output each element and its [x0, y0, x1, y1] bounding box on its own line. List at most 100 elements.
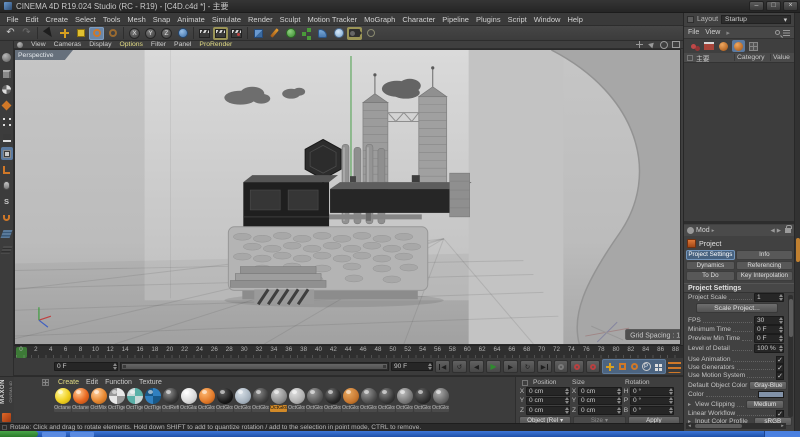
key-position-toggle[interactable] — [604, 360, 616, 373]
frame-tick[interactable]: 72 — [552, 346, 562, 353]
spinner[interactable] — [778, 345, 783, 352]
material-item[interactable]: OctRefl — [162, 388, 179, 412]
frame-tick[interactable]: 6 — [61, 346, 71, 353]
menu-item[interactable]: Tools — [99, 15, 124, 24]
material-sphere[interactable] — [181, 388, 197, 404]
menu-item[interactable]: Mesh — [124, 15, 149, 24]
menu-item[interactable]: Pipeline — [439, 15, 473, 24]
use-motion-system-checkbox[interactable]: ✓ — [776, 372, 784, 380]
frame-tick[interactable]: 82 — [626, 346, 636, 353]
frame-tick[interactable]: 26 — [209, 346, 219, 353]
attribute-tab[interactable]: Referencing — [736, 261, 793, 271]
material-item[interactable]: OctGlos — [324, 388, 341, 412]
enable-axis-button[interactable] — [1, 163, 13, 176]
auto-take-button[interactable] — [717, 40, 730, 52]
take-file-menu[interactable]: File — [688, 29, 699, 36]
menu-item[interactable]: Plugins — [472, 15, 504, 24]
material-sphere[interactable] — [235, 388, 251, 404]
material-name[interactable]: OctTige — [144, 405, 161, 412]
menu-item[interactable]: Script — [504, 15, 530, 24]
color-swatch[interactable] — [758, 391, 784, 398]
rotate-tool-button[interactable] — [89, 27, 104, 40]
material-item[interactable]: OctGlos — [270, 388, 287, 412]
frame-tick[interactable]: 28 — [224, 346, 234, 353]
position-z-input[interactable]: 0 cm — [526, 406, 570, 415]
render-settings-button[interactable] — [213, 27, 228, 40]
material-sphere[interactable] — [109, 388, 125, 404]
material-name[interactable]: OctGlos — [378, 405, 395, 412]
material-name[interactable]: OctGlos — [270, 405, 287, 412]
render-view-button[interactable] — [197, 27, 212, 40]
material-item[interactable]: OctGlos — [288, 388, 305, 412]
material-item[interactable]: OctGlos — [432, 388, 449, 412]
layout-select[interactable]: Startup ▾ — [721, 15, 791, 24]
points-mode-button[interactable] — [1, 115, 13, 128]
light-button[interactable] — [363, 27, 378, 40]
frame-tick[interactable]: 54 — [418, 346, 428, 353]
material-sphere[interactable] — [325, 388, 341, 404]
frame-tick[interactable]: 24 — [195, 346, 205, 353]
deformer-button[interactable] — [315, 27, 330, 40]
material-name[interactable]: OctRefl — [162, 405, 179, 412]
key-parameter-toggle[interactable]: P — [640, 360, 652, 373]
move-tool-button[interactable] — [57, 27, 72, 40]
taskbar-item[interactable] — [70, 432, 94, 437]
viewport-scene[interactable]: Grid Spacing : 100 cm — [15, 50, 680, 344]
goto-start-button[interactable]: ◀ — [435, 360, 450, 373]
material-name[interactable]: OctGlos — [324, 405, 341, 412]
frame-tick[interactable]: 2 — [31, 346, 41, 353]
material-menu-item[interactable]: Edit — [86, 379, 98, 386]
material-sphere[interactable] — [415, 388, 431, 404]
camera-button[interactable] — [347, 27, 362, 40]
rotation-h-input[interactable]: 0 ° — [630, 387, 674, 396]
panel-grip[interactable] — [796, 238, 800, 262]
material-sphere[interactable] — [163, 388, 179, 404]
material-name[interactable]: OctGlos — [288, 405, 305, 412]
frame-tick[interactable]: 22 — [180, 346, 190, 353]
history-back-icon[interactable]: ◀ — [771, 228, 775, 234]
spinner[interactable] — [778, 317, 783, 324]
spinner[interactable] — [616, 407, 621, 414]
take-main-column[interactable]: 主要 — [696, 53, 734, 63]
key-pla-toggle[interactable] — [652, 360, 664, 373]
size-x-input[interactable]: 0 cm — [578, 387, 622, 396]
edges-mode-button[interactable] — [1, 131, 13, 144]
loop-button[interactable]: ↻ — [520, 360, 535, 373]
frame-tick[interactable]: 66 — [507, 346, 517, 353]
autokey-button[interactable] — [570, 360, 584, 373]
panel-splitter[interactable] — [684, 221, 794, 224]
lock-workplane-button[interactable] — [1, 243, 13, 256]
material-name[interactable]: OctGlos — [252, 405, 269, 412]
lock-icon[interactable] — [785, 228, 791, 233]
key-scale-toggle[interactable] — [616, 360, 628, 373]
material-sphere[interactable] — [127, 388, 143, 404]
take-sphere-active-button[interactable] — [732, 40, 745, 52]
material-sphere[interactable] — [73, 388, 89, 404]
spinner[interactable] — [427, 363, 432, 370]
keyframe-selection-button[interactable] — [586, 360, 600, 373]
material-item[interactable]: OctGlos — [216, 388, 233, 412]
spinner[interactable] — [564, 388, 569, 395]
menu-item[interactable]: Animate — [174, 15, 209, 24]
key-rotation-toggle[interactable] — [628, 360, 640, 373]
material-menu-item[interactable]: Function — [105, 379, 132, 386]
menu-item[interactable]: Window — [530, 15, 564, 24]
material-sphere[interactable] — [343, 388, 359, 404]
current-frame-input[interactable]: 0 F — [54, 362, 118, 371]
play-button[interactable]: ▶ — [486, 360, 501, 373]
material-item[interactable]: OctGlos — [234, 388, 251, 412]
material-grid-icon[interactable] — [42, 379, 49, 386]
material-item[interactable]: OctTige — [144, 388, 161, 412]
frame-tick[interactable]: 46 — [358, 346, 368, 353]
material-item[interactable]: OctGlos — [342, 388, 359, 412]
menu-item[interactable]: Select — [72, 15, 100, 24]
rotation-b-input[interactable]: 0 ° — [630, 406, 674, 415]
attribute-hscrollbar[interactable]: ◂ ▸ — [686, 423, 786, 429]
menu-item[interactable]: Edit — [22, 15, 42, 24]
viewport[interactable]: Grid Spacing : 100 cm Perspective — [14, 49, 681, 345]
attribute-tab[interactable]: Project Settings — [686, 250, 735, 260]
material-sphere[interactable] — [199, 388, 215, 404]
material-sphere[interactable] — [217, 388, 233, 404]
take-view-menu[interactable]: View — [705, 29, 720, 36]
frame-tick[interactable]: 76 — [581, 346, 591, 353]
